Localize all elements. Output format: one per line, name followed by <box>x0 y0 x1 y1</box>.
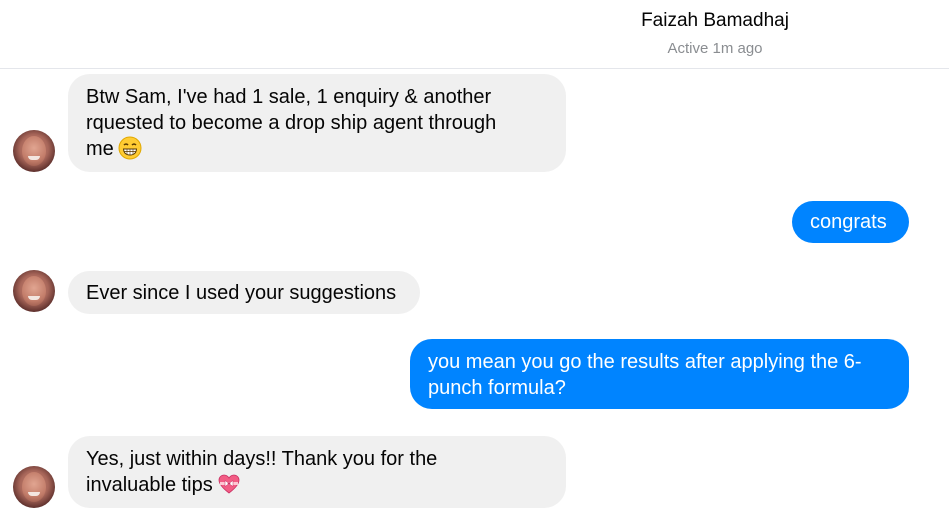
message-line-with-emoji: me <box>86 136 548 162</box>
incoming-message-bubble[interactable]: Ever since I used your suggestions <box>68 271 420 314</box>
contact-avatar[interactable] <box>13 466 55 508</box>
contact-avatar[interactable] <box>13 130 55 172</box>
outgoing-message-bubble[interactable]: congrats <box>792 201 909 243</box>
incoming-message-bubble[interactable]: Yes, just within days!! Thank you for th… <box>68 436 566 508</box>
message-line: you mean you go the results after applyi… <box>428 351 862 373</box>
message-line: punch formula? <box>428 377 566 399</box>
message-line: rquested to become a drop ship agent thr… <box>86 112 497 134</box>
contact-avatar[interactable] <box>13 270 55 312</box>
message-line: Ever since I used your suggestions <box>86 282 397 304</box>
heart-with-ribbon-icon <box>218 474 240 494</box>
conversation-header: Faizah Bamadhaj Active 1m ago <box>0 0 949 69</box>
message-line: invaluable tips <box>86 474 213 496</box>
outgoing-message-bubble[interactable]: you mean you go the results after applyi… <box>410 339 909 409</box>
message-line: congrats <box>810 211 887 233</box>
incoming-message-bubble[interactable]: Btw Sam, I've had 1 sale, 1 enquiry & an… <box>68 74 566 172</box>
message-line: me <box>86 138 114 160</box>
grinning-face-icon <box>118 136 142 160</box>
message-line: Btw Sam, I've had 1 sale, 1 enquiry & an… <box>86 86 492 108</box>
active-status: Active 1m ago <box>667 40 763 57</box>
contact-name[interactable]: Faizah Bamadhaj <box>560 10 870 32</box>
message-line-with-emoji: invaluable tips <box>86 472 548 498</box>
message-line: Yes, just within days!! Thank you for th… <box>86 448 438 470</box>
